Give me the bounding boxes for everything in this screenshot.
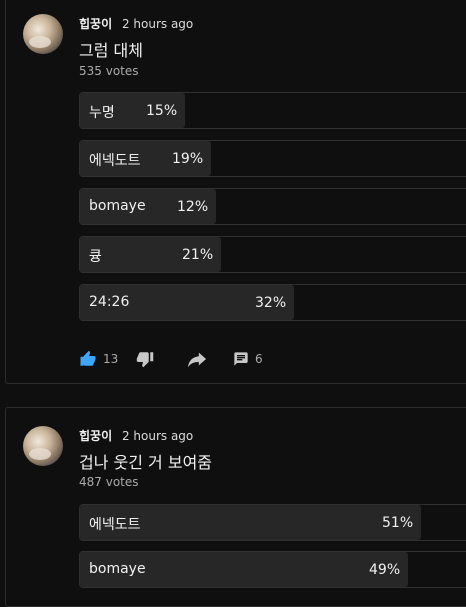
avatar[interactable] <box>23 14 63 54</box>
poll-option-percent: 51% <box>382 515 414 531</box>
poll-option-percent: 12% <box>177 199 209 215</box>
vote-count: 487 votes <box>79 475 139 489</box>
poll-option[interactable]: 큥 21% <box>79 236 466 273</box>
poll-option-percent: 21% <box>182 247 214 263</box>
poll-option[interactable]: 누명 15% <box>79 92 466 129</box>
dislike-icon <box>136 350 154 368</box>
avatar[interactable] <box>23 426 63 466</box>
author-name[interactable]: 힙꿍이 <box>79 17 112 31</box>
poll-option-percent: 19% <box>172 151 204 167</box>
post-title: 그럼 대체 <box>79 41 143 60</box>
poll-option[interactable]: bomaye 49% <box>79 551 466 588</box>
poll-option-label: 에넥도트 <box>89 517 141 533</box>
action-bar: 13 6 <box>79 347 459 371</box>
post-time[interactable]: 2 hours ago <box>122 17 193 31</box>
dislike-button[interactable] <box>136 347 154 371</box>
like-icon <box>79 350 97 368</box>
poll-option-percent: 32% <box>255 295 287 311</box>
comment-button[interactable]: 6 <box>233 347 263 371</box>
comment-count: 6 <box>255 352 263 366</box>
post-time[interactable]: 2 hours ago <box>122 429 193 443</box>
share-button[interactable] <box>186 347 208 371</box>
poll-option-label: 큥 <box>89 249 102 265</box>
poll-option[interactable]: 에넥도트 51% <box>79 504 466 541</box>
like-button[interactable]: 13 <box>79 347 118 371</box>
post-meta: 힙꿍이 2 hours ago <box>79 15 193 32</box>
community-post-card: 힙꿍이 2 hours ago 그럼 대체 535 votes 누명 15% 에… <box>5 0 466 384</box>
post-title: 겁나 웃긴 거 보여줌 <box>79 453 213 472</box>
community-post-card: 힙꿍이 2 hours ago 겁나 웃긴 거 보여줌 487 votes 에넥… <box>5 407 466 607</box>
share-icon <box>186 349 208 369</box>
poll-option-label: 누명 <box>89 105 115 121</box>
comment-icon <box>233 351 249 367</box>
poll-option-percent: 15% <box>146 103 178 119</box>
poll-option-label: bomaye <box>89 198 146 214</box>
poll-option[interactable]: 24:26 32% <box>79 284 466 321</box>
poll-option[interactable]: 에넥도트 19% <box>79 140 466 177</box>
like-count: 13 <box>103 352 119 366</box>
vote-count: 535 votes <box>79 64 139 78</box>
poll-option-label: 24:26 <box>89 294 130 310</box>
poll-option-percent: 49% <box>369 562 401 578</box>
author-name[interactable]: 힙꿍이 <box>79 429 112 443</box>
poll-option-label: bomaye <box>89 561 146 577</box>
poll-option-label: 에넥도트 <box>89 153 141 169</box>
poll-option[interactable]: bomaye 12% <box>79 188 466 225</box>
post-meta: 힙꿍이 2 hours ago <box>79 427 193 444</box>
